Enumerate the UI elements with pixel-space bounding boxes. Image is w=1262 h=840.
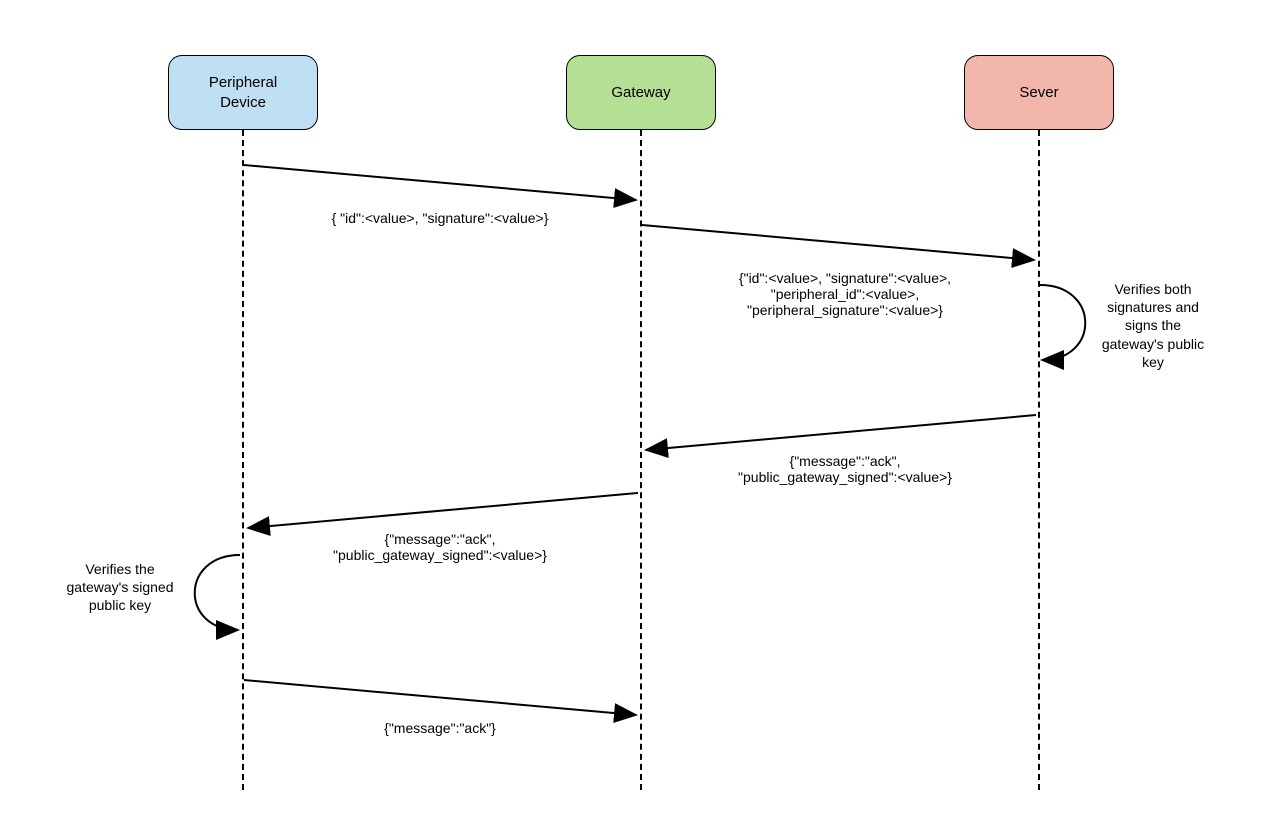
self-curve-server	[1040, 285, 1085, 360]
label-msg2: {"id":<value>, "signature":<value>, "per…	[670, 270, 1020, 318]
label-msg3: {"message":"ack", "public_gateway_signed…	[670, 453, 1020, 485]
participant-gateway-label: Gateway	[611, 83, 670, 103]
participant-peripheral-label: Peripheral Device	[209, 73, 277, 112]
participant-gateway: Gateway	[566, 55, 716, 130]
arrow-msg3	[646, 415, 1036, 450]
arrow-msg5	[244, 680, 636, 715]
arrow-msg2	[642, 225, 1034, 260]
label-note2: Verifies the gateway's signed public key	[55, 560, 185, 615]
participant-server-label: Sever	[1019, 83, 1058, 103]
participant-server: Sever	[964, 55, 1114, 130]
lifeline-gateway	[640, 130, 642, 790]
self-curve-peripheral	[195, 555, 240, 630]
lifeline-server	[1038, 130, 1040, 790]
arrow-msg1	[244, 165, 636, 200]
label-msg1: { "id":<value>, "signature":<value>}	[260, 210, 620, 226]
arrow-msg4	[248, 493, 638, 528]
label-msg4: {"message":"ack", "public_gateway_signed…	[260, 531, 620, 563]
participant-peripheral: Peripheral Device	[168, 55, 318, 130]
label-msg5: {"message":"ack"}	[260, 720, 620, 736]
label-note1: Verifies both signatures and signs the g…	[1088, 280, 1218, 371]
lifeline-peripheral	[242, 130, 244, 790]
